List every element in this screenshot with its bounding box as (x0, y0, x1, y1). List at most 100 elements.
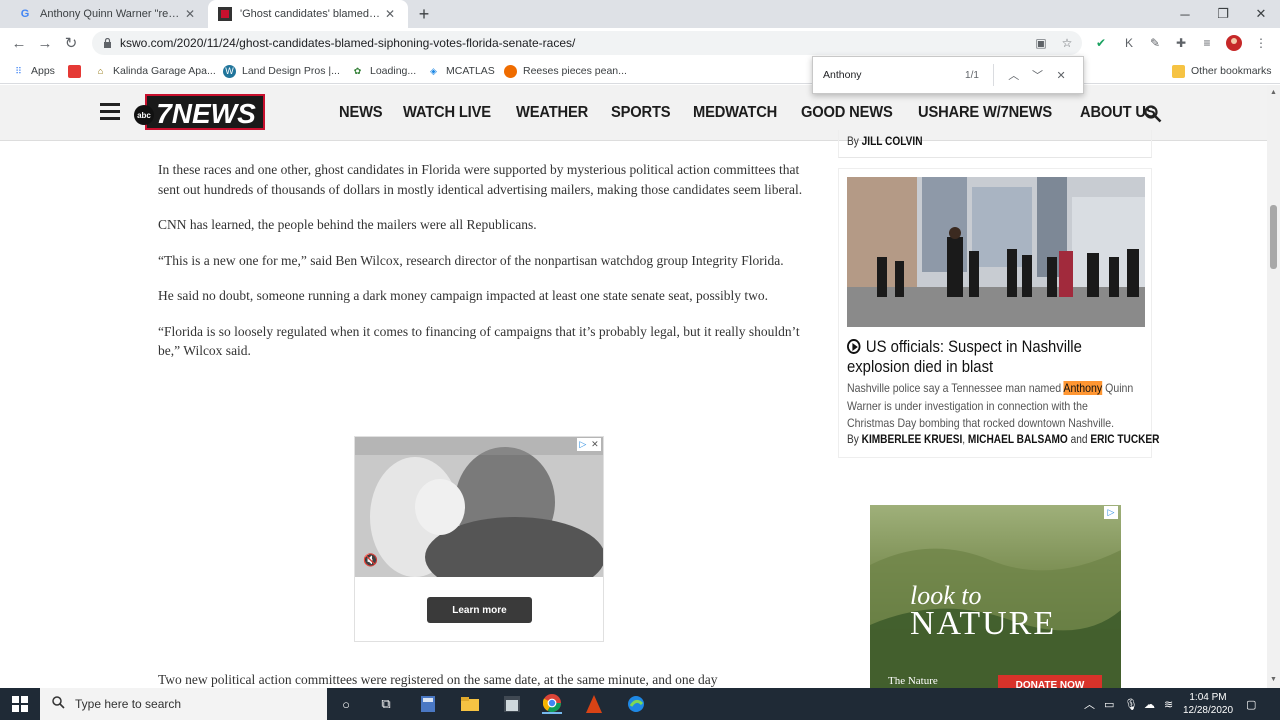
extension-translate-icon[interactable]: ✎ (1146, 34, 1164, 52)
article-paragraph: “Florida is so loosely regulated when it… (158, 323, 800, 359)
article-paragraph: In these races and one other, ghost cand… (158, 162, 803, 197)
taskbar-search-box[interactable]: Type here to search (40, 688, 327, 720)
sidebar-nature-ad[interactable]: ▷ look to NATURE The Nature DONATE NOW (870, 505, 1121, 688)
close-icon[interactable]: ✕ (382, 7, 398, 21)
article-paragraph: He said no doubt, someone running a dark… (158, 288, 768, 303)
microsoft-store-icon[interactable] (502, 694, 522, 714)
story-image[interactable] (847, 177, 1145, 327)
new-tab-button[interactable]: + (414, 4, 434, 24)
bookmark-land-design[interactable]: W Land Design Pros |... (223, 62, 340, 80)
nav-sports[interactable]: SPORTS (611, 104, 671, 122)
address-bar[interactable]: kswo.com/2020/11/24/ghost-candidates-bla… (92, 31, 1082, 55)
find-count: 1/1 (965, 69, 979, 81)
clock-date: 12/28/2020 (1182, 705, 1234, 716)
reading-list-icon[interactable]: ≡ (1198, 34, 1216, 52)
kswo-7news-logo[interactable]: abc 7NEWS (134, 93, 266, 133)
edge-taskbar-icon[interactable] (626, 694, 646, 714)
bookmark-loading[interactable]: ✿ Loading... (351, 62, 416, 80)
clock-time: 1:04 PM (1189, 692, 1227, 703)
find-highlight: Anthony (1063, 381, 1103, 395)
byline-author[interactable]: KIMBERLEE KRUESI (862, 434, 963, 446)
find-in-page-icon[interactable]: ▣ (1032, 34, 1050, 52)
forward-arrow-icon[interactable]: → (34, 32, 56, 54)
tab-ghost-candidates[interactable]: 'Ghost candidates' blamed for sip... ✕ (208, 0, 408, 28)
play-video-icon[interactable] (847, 339, 861, 354)
learn-more-button[interactable]: Learn more (427, 597, 532, 623)
scroll-down-arrow-icon[interactable]: ▼ (1269, 675, 1278, 684)
chrome-menu-icon[interactable]: ⋮ (1252, 34, 1270, 52)
home-icon: ⌂ (97, 66, 104, 76)
file-explorer-icon[interactable] (460, 694, 480, 714)
donate-now-button[interactable]: DONATE NOW (998, 675, 1102, 688)
tab-title: 'Ghost candidates' blamed for sip... (240, 8, 382, 20)
bookmark-item[interactable] (68, 62, 87, 80)
byline-author[interactable]: MICHAEL BALSAMO (968, 434, 1068, 446)
microphone-icon[interactable]: 🎙 (1124, 688, 1138, 720)
cortana-icon[interactable]: ○ (336, 694, 356, 714)
other-bookmarks[interactable]: Other bookmarks (1172, 62, 1272, 80)
minimize-button[interactable]: ─ (1166, 0, 1204, 28)
scroll-up-arrow-icon[interactable]: ▲ (1269, 88, 1278, 97)
profile-avatar[interactable] (1225, 34, 1243, 52)
extension-k-icon[interactable]: K (1120, 34, 1138, 52)
task-view-icon[interactable]: ⧉ (376, 694, 396, 714)
search-icon[interactable] (1144, 105, 1162, 123)
scrollbar-thumb[interactable] (1270, 205, 1277, 269)
byline-prefix: By (847, 434, 859, 446)
window-close-button[interactable]: ✕ (1242, 0, 1280, 28)
bookmark-kalinda[interactable]: ⌂ Kalinda Garage Apa... (94, 62, 216, 80)
chrome-taskbar-icon[interactable] (542, 694, 562, 714)
notifications-icon[interactable]: ▢ (1246, 688, 1256, 720)
ad-photo: 🔇 (355, 437, 603, 577)
taskbar-clock[interactable]: 1:04 PM 12/28/2020 (1178, 691, 1238, 717)
wifi-icon[interactable]: ≋ (1164, 688, 1173, 720)
find-previous-chevron-up-icon[interactable]: ︿ (1002, 64, 1026, 86)
nature-conservancy-logo: The Nature (888, 675, 938, 687)
mute-icon[interactable]: 🔇 (363, 553, 378, 567)
adchoices-icon[interactable]: ▷ (1104, 506, 1118, 519)
page-scrollbar[interactable]: ▲ ▼ (1267, 85, 1280, 688)
nav-weather[interactable]: WEATHER (516, 104, 588, 122)
tray-chevron-up-icon[interactable]: ︿ (1084, 688, 1095, 720)
byline-author[interactable]: JILL COLVIN (862, 136, 923, 148)
bookmark-favicon-icon: ◈ (430, 65, 437, 76)
ad-headline-line2: NATURE (910, 605, 1057, 642)
byline-author[interactable]: ERIC TUCKER (1090, 434, 1159, 446)
folder-icon (1172, 64, 1185, 78)
find-close-icon[interactable]: ✕ (1049, 64, 1073, 86)
nav-good-news[interactable]: GOOD NEWS (801, 104, 893, 122)
close-icon[interactable]: ✕ (182, 7, 198, 21)
bookmark-apps[interactable]: ⠿ Apps (12, 62, 55, 80)
windows-start-icon[interactable] (0, 688, 40, 720)
sidebar-story-card[interactable]: US officials: Suspect in Nashville explo… (838, 168, 1159, 458)
bookmark-reeses[interactable]: Reeses pieces pean... (504, 62, 627, 80)
find-input[interactable]: Anthony (823, 69, 949, 81)
reload-icon[interactable]: ↻ (60, 32, 82, 54)
hamburger-menu-icon[interactable] (100, 103, 120, 123)
nav-watch-live[interactable]: WATCH LIVE (403, 104, 491, 122)
extension-check-icon[interactable]: ✔ (1092, 34, 1110, 52)
article-paragraph: Two new political action committees were… (158, 672, 718, 687)
extensions-puzzle-icon[interactable]: ✚ (1172, 34, 1190, 52)
bookmark-star-icon[interactable]: ☆ (1058, 34, 1076, 52)
story-byline: By KIMBERLEE KRUESI, MICHAEL BALSAMO and… (847, 434, 1159, 446)
inline-video-ad[interactable]: 🔇 ▷ ✕ Learn more (354, 436, 604, 642)
back-arrow-icon[interactable]: ← (8, 32, 30, 54)
find-next-chevron-down-icon[interactable]: ﹀ (1026, 64, 1050, 86)
onedrive-cloud-icon[interactable]: ☁ (1144, 688, 1155, 720)
calculator-icon[interactable] (418, 694, 438, 714)
bookmark-label: Reeses pieces pean... (523, 65, 627, 77)
maximize-button[interactable]: ❐ (1204, 0, 1242, 28)
bookmark-mcatlas[interactable]: ◈ MCATLAS (427, 62, 495, 80)
adchoices-icon[interactable]: ▷ ✕ (577, 438, 601, 451)
tray-app-icon[interactable]: ▭ (1104, 688, 1114, 720)
nav-news[interactable]: NEWS (339, 104, 383, 122)
tab-anthony-quinn-warner[interactable]: G Anthony Quinn Warner "registere... ✕ (8, 0, 208, 28)
kswo-favicon-icon (218, 7, 232, 21)
app-taskbar-icon[interactable] (584, 694, 604, 714)
nav-ushare[interactable]: USHARE W/7NEWS (918, 104, 1052, 122)
article-paragraph: “This is a new one for me,” said Ben Wil… (158, 252, 784, 268)
nav-medwatch[interactable]: MEDWATCH (693, 104, 777, 122)
story-headline[interactable]: US officials: Suspect in Nashville explo… (847, 337, 1117, 377)
byline-separator: and (1070, 434, 1088, 446)
